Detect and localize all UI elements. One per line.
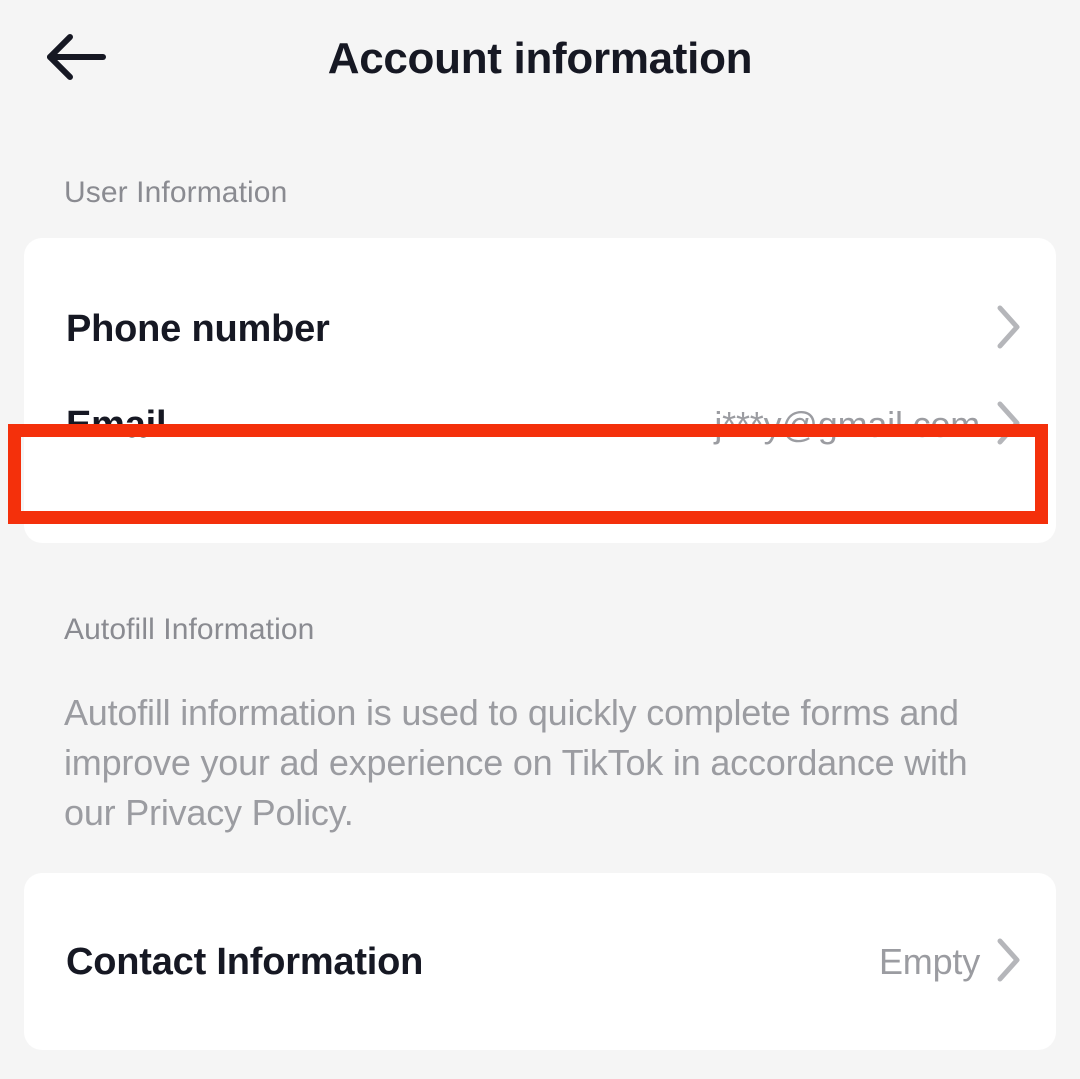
autofill-description: Autofill information is used to quickly … [64, 688, 1014, 838]
page-title: Account information [0, 37, 1080, 81]
page-header: Account information [0, 0, 1080, 118]
row-email-right: j***y@gmail.com [714, 400, 1022, 451]
autofill-information-card: Contact Information Empty [24, 873, 1056, 1050]
user-information-card: Phone number Email j***y@gmail.com [24, 238, 1056, 543]
row-phone-number-right [980, 304, 1022, 355]
row-contact-information-right: Empty [879, 937, 1022, 988]
chevron-right-icon [996, 304, 1022, 355]
arrow-left-icon [45, 32, 107, 82]
section-label-autofill-information: Autofill Information [0, 613, 314, 647]
row-contact-information-label: Contact Information [66, 943, 423, 981]
row-phone-number-label: Phone number [66, 310, 330, 348]
row-contact-information-value: Empty [879, 944, 980, 980]
chevron-right-icon [996, 400, 1022, 451]
row-email-label: Email [66, 406, 166, 444]
row-contact-information[interactable]: Contact Information Empty [24, 915, 1056, 1009]
row-email-value: j***y@gmail.com [714, 407, 980, 443]
row-email[interactable]: Email j***y@gmail.com [24, 376, 1056, 474]
account-information-screen: Account information User Information Pho… [0, 0, 1080, 1079]
section-label-user-information: User Information [0, 176, 287, 210]
back-button[interactable] [40, 26, 112, 88]
row-phone-number[interactable]: Phone number [24, 282, 1056, 376]
chevron-right-icon [996, 937, 1022, 988]
